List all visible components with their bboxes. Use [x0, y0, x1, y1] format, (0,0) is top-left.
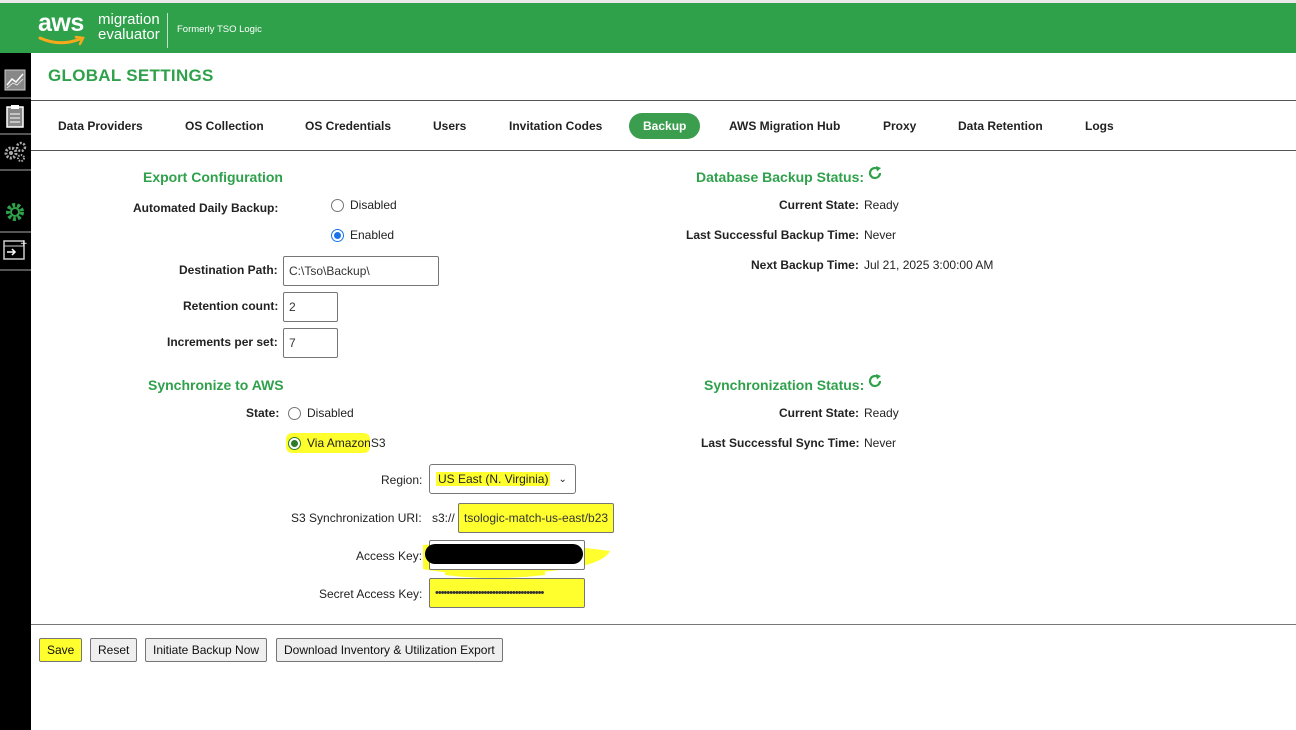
sync-s3-radio[interactable]: Via Amazon S3: [286, 433, 388, 453]
formerly-label: Formerly TSO Logic: [177, 24, 262, 35]
export-config-heading: Export Configuration: [143, 169, 283, 185]
secret-key-label: Secret Access Key:: [319, 587, 423, 601]
s3-uri-label: S3 Synchronization URI:: [291, 511, 422, 525]
tab-invitation-codes[interactable]: Invitation Codes: [495, 113, 616, 139]
next-backup-value: Jul 21, 2025 3:00:00 AM: [864, 258, 994, 272]
region-label: Region:: [381, 473, 423, 487]
radio-button[interactable]: [288, 436, 301, 450]
sync-current-state-value: Ready: [864, 406, 899, 420]
region-select[interactable]: US East (N. Virginia) ⌄: [429, 464, 576, 494]
app-header: aws migration evaluator Formerly TSO Log…: [0, 0, 1296, 53]
chevron-down-icon: ⌄: [558, 473, 567, 485]
divider: [31, 624, 1296, 625]
download-export-button[interactable]: Download Inventory & Utilization Export: [276, 638, 503, 662]
next-backup-label: Next Backup Time:: [751, 258, 859, 272]
db-current-state-value: Ready: [864, 198, 899, 212]
tab-data-providers[interactable]: Data Providers: [44, 113, 157, 139]
db-current-state-label: Current State:: [779, 198, 860, 212]
settings-gear-icon[interactable]: [1, 195, 29, 229]
divider: [31, 100, 1296, 101]
tab-os-collection[interactable]: OS Collection: [171, 113, 278, 139]
sync-disabled-radio[interactable]: Disabled: [288, 406, 354, 420]
backup-disabled-radio[interactable]: Disabled: [331, 198, 397, 212]
tab-data-retention[interactable]: Data Retention: [944, 113, 1057, 139]
left-sidebar: +: [0, 53, 31, 730]
gears-icon[interactable]: [1, 135, 29, 169]
export-window-icon[interactable]: +: [1, 233, 29, 267]
logo-divider: [167, 13, 168, 48]
tab-proxy[interactable]: Proxy: [869, 113, 930, 139]
last-backup-label: Last Successful Backup Time:: [686, 228, 860, 242]
db-backup-status-heading: Database Backup Status:: [696, 169, 865, 185]
retention-count-label: Retention count:: [183, 299, 279, 313]
destination-path-label: Destination Path:: [179, 263, 278, 277]
sync-current-state-label: Current State:: [779, 406, 860, 420]
radio-button[interactable]: [331, 228, 344, 242]
s3-uri-prefix: s3://: [432, 511, 455, 525]
tab-logs[interactable]: Logs: [1071, 113, 1128, 139]
state-label: State:: [246, 406, 280, 420]
retention-count-input[interactable]: 2: [283, 292, 338, 322]
increments-label: Increments per set:: [167, 335, 278, 349]
page-title: GLOBAL SETTINGS: [48, 66, 214, 85]
sync-heading: Synchronize to AWS: [148, 377, 284, 393]
tab-users[interactable]: Users: [419, 113, 480, 139]
tab-backup[interactable]: Backup: [629, 113, 701, 139]
destination-path-input[interactable]: C:\Tso\Backup\: [283, 256, 439, 286]
clipboard-icon[interactable]: [1, 99, 29, 133]
divider: [31, 150, 1296, 151]
chart-icon[interactable]: [1, 63, 29, 97]
reset-button[interactable]: Reset: [90, 638, 138, 662]
secret-key-input[interactable]: ••••••••••••••••••••••••••••••••••••••: [429, 578, 585, 608]
increments-input[interactable]: 7: [283, 328, 338, 358]
refresh-icon[interactable]: [867, 373, 883, 389]
tab-aws-migration-hub[interactable]: AWS Migration Hub: [715, 113, 854, 139]
save-button[interactable]: Save: [39, 638, 83, 662]
radio-button[interactable]: [331, 198, 344, 212]
last-sync-label: Last Successful Sync Time:: [701, 436, 860, 450]
product-name: migration evaluator: [98, 11, 160, 43]
tab-os-credentials[interactable]: OS Credentials: [291, 113, 405, 139]
last-backup-value: Never: [864, 228, 897, 242]
s3-uri-input[interactable]: tsologic-match-us-east/b23: [458, 503, 614, 533]
redacted-access-key: [425, 544, 583, 564]
backup-enabled-radio[interactable]: Enabled: [331, 228, 394, 242]
last-sync-value: Never: [864, 436, 897, 450]
aws-smile-icon: [38, 35, 85, 46]
initiate-backup-button[interactable]: Initiate Backup Now: [145, 638, 268, 662]
radio-button[interactable]: [288, 406, 301, 420]
auto-backup-label: Automated Daily Backup:: [133, 201, 279, 215]
sync-status-heading: Synchronization Status:: [704, 377, 865, 393]
svg-text:+: +: [20, 239, 27, 249]
refresh-icon[interactable]: [867, 165, 883, 181]
aws-logo: aws: [38, 9, 84, 37]
